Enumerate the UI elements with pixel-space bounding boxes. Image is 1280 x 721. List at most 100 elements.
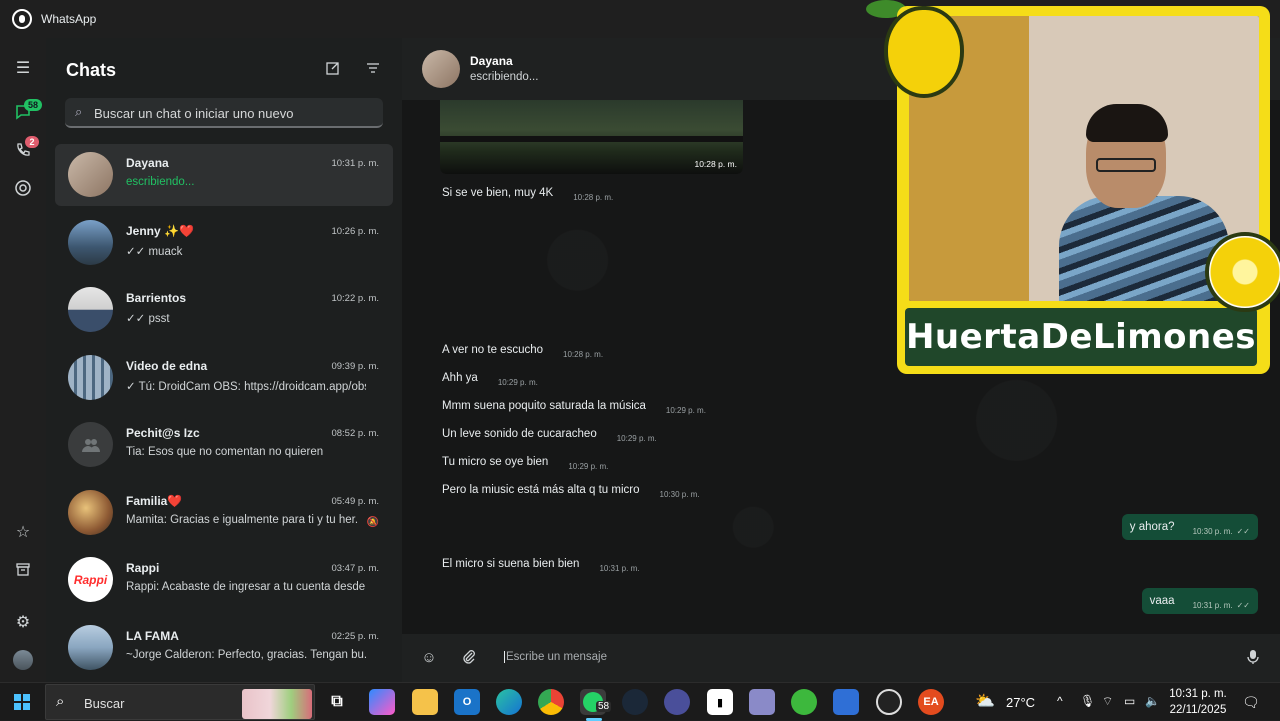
profile-avatar[interactable] <box>11 648 35 672</box>
chat-time: 02:25 p. m. <box>331 631 379 642</box>
message-incoming[interactable]: Un leve sonido de cucaracheo 10:29 p. m. <box>434 421 665 447</box>
clock-date: 22/11/2025 <box>1169 704 1227 716</box>
twitch-icon[interactable]: ▮ <box>707 689 733 715</box>
status-nav-icon[interactable] <box>11 176 35 200</box>
lemon-decoration-icon <box>884 6 964 98</box>
app-icon[interactable] <box>791 689 817 715</box>
contact-name: Dayana <box>470 54 513 68</box>
taskbar-search-placeholder: Buscar <box>84 696 125 711</box>
taskbar-search-box[interactable]: ⌕ Buscar <box>45 684 315 720</box>
emoji-icon[interactable]: ☺ <box>420 649 438 667</box>
copilot-icon[interactable] <box>369 689 395 715</box>
message-input[interactable]: Escribe un mensaje <box>504 651 607 663</box>
ea-icon[interactable]: EA <box>918 689 944 715</box>
calls-badge: 2 <box>25 136 39 148</box>
chat-item-familia[interactable]: Familia❤️ 05:49 p. m. Mamita: Gracias e … <box>55 482 393 544</box>
chat-item-pechits-izc[interactable]: Pechit@s Izc 08:52 p. m. Tia: Esos que n… <box>55 414 393 476</box>
chat-preview: Rappi: Acabaste de ingresar a tu cuenta … <box>126 581 366 593</box>
chat-name: Jenny ✨❤️ <box>126 224 194 238</box>
chat-item-barrientos[interactable]: Barrientos 10:22 p. m. ✓✓ psst <box>55 279 393 341</box>
contact-avatar[interactable] <box>422 50 460 88</box>
chat-item-la-fama[interactable]: LA FAMA 02:25 p. m. ~Jorge Calderon: Per… <box>55 617 393 679</box>
chat-item-jenny[interactable]: Jenny ✨❤️ 10:26 p. m. ✓✓ muack <box>55 212 393 274</box>
temperature[interactable]: 27°C <box>1006 695 1035 710</box>
message-time: 10:28 p. m. <box>694 159 737 169</box>
microphone-icon[interactable] <box>1244 649 1262 667</box>
chat-time: 10:31 p. m. <box>331 158 379 169</box>
archive-icon[interactable] <box>11 557 35 581</box>
chat-name: Pechit@s Izc <box>126 426 200 440</box>
battery-icon[interactable]: ▭ <box>1124 694 1135 708</box>
windows-start-icon[interactable] <box>14 694 30 710</box>
image-message[interactable]: 10:28 p. m. <box>440 100 743 174</box>
menu-icon[interactable]: ☰ <box>11 56 35 80</box>
whatsapp-taskbar-badge: 58 <box>596 701 612 712</box>
chevron-up-icon[interactable]: ^ <box>1057 694 1063 708</box>
chat-time: 05:49 p. m. <box>331 496 379 507</box>
system-clock[interactable]: 10:31 p. m. 22/11/2025 <box>1165 686 1231 718</box>
task-view-icon[interactable]: ⧉ <box>324 689 350 715</box>
starred-icon[interactable]: ☆ <box>11 520 35 544</box>
filter-icon[interactable] <box>364 60 382 78</box>
notifications-icon[interactable]: 🗨 <box>1242 694 1260 711</box>
weather-icon[interactable]: ⛅ <box>975 691 995 711</box>
rappi-logo-avatar: Rappi <box>68 557 113 602</box>
chat-name: LA FAMA <box>126 629 179 643</box>
obs-icon[interactable] <box>876 689 902 715</box>
microphone-tray-icon[interactable]: 🎙 <box>1080 694 1095 708</box>
volume-icon[interactable]: 🔈 <box>1145 694 1160 708</box>
chat-name: Dayana <box>126 156 169 170</box>
message-outgoing[interactable]: y ahora? 10:30 p. m. ✓✓ <box>1121 514 1258 540</box>
lemon-slice-decoration-icon <box>1205 232 1280 312</box>
message-outgoing[interactable]: vaaa 10:31 p. m. ✓✓ <box>1141 588 1258 614</box>
message-time: 10:29 p. m. <box>616 433 657 443</box>
steam-icon[interactable] <box>622 689 648 715</box>
settings-gear-icon[interactable]: ⚙ <box>11 610 35 634</box>
message-incoming[interactable]: El micro si suena bien bien 10:31 p. m. <box>434 551 647 577</box>
search-icon: ⌕ <box>56 693 65 710</box>
search-icon: ⌕ <box>75 104 83 119</box>
message-composer: ☺ Escribe un mensaje <box>402 634 1280 682</box>
chat-item-rappi[interactable]: Rappi Rappi 03:47 p. m. Rappi: Acabaste … <box>55 549 393 611</box>
chat-item-video-de-edna[interactable]: Video de edna 09:39 p. m. ✓ Tú: DroidCam… <box>55 347 393 409</box>
message-incoming[interactable]: Tu micro se oye bien 10:29 p. m. <box>434 449 616 475</box>
message-time: 10:31 p. m. <box>1192 600 1233 610</box>
chat-search-input[interactable]: ⌕ Buscar un chat o iniciar uno nuevo <box>65 98 383 128</box>
chat-preview: Tia: Esos que no comentan no quieren <box>126 446 324 458</box>
message-incoming[interactable]: Mmm suena poquito saturada la música 10:2… <box>434 393 714 419</box>
message-time: 10:31 p. m. <box>599 563 640 573</box>
message-incoming[interactable]: Pero la miusic está más alta q tu micro 1… <box>434 477 708 503</box>
message-incoming[interactable]: Si se ve bien, muy 4K 10:28 p. m. <box>434 180 621 206</box>
app-icon[interactable] <box>833 689 859 715</box>
chat-preview: escribiendo... <box>126 176 195 188</box>
outlook-icon[interactable]: O <box>454 689 480 715</box>
avatar <box>68 625 113 670</box>
muted-bell-icon: 🔕 <box>366 517 379 528</box>
chat-time: 08:52 p. m. <box>331 428 379 439</box>
wifi-icon[interactable]: ⌔ <box>1102 694 1113 709</box>
search-placeholder: Buscar un chat o iniciar uno nuevo <box>94 106 294 121</box>
message-time: 10:29 p. m. <box>568 461 609 471</box>
edge-icon[interactable] <box>496 689 522 715</box>
message-time: 10:28 p. m. <box>573 192 614 202</box>
app-icon[interactable] <box>749 689 775 715</box>
window-title: WhatsApp <box>41 12 97 26</box>
read-receipt-icon: ✓✓ <box>1236 526 1250 536</box>
chat-item-dayana[interactable]: Dayana 10:31 p. m. escribiendo... <box>55 144 393 206</box>
message-time: 10:29 p. m. <box>497 377 538 387</box>
whatsapp-logo-icon <box>12 9 32 29</box>
chats-unread-badge: 58 <box>24 99 43 111</box>
new-chat-icon[interactable] <box>324 60 342 78</box>
chrome-icon[interactable] <box>538 689 564 715</box>
message-incoming[interactable]: A ver no te escucho 10:28 p. m. <box>434 337 611 363</box>
app-icon[interactable] <box>664 689 690 715</box>
avatar <box>68 287 113 332</box>
attach-paperclip-icon[interactable] <box>460 649 478 667</box>
file-explorer-icon[interactable] <box>412 689 438 715</box>
chats-title: Chats <box>66 60 117 80</box>
avatar <box>68 490 113 535</box>
chat-preview: ✓✓ psst <box>126 313 170 325</box>
message-incoming[interactable]: Ahh ya 10:29 p. m. <box>434 365 546 391</box>
windows-taskbar: ⌕ Buscar ⧉ O 58 ▮ EA ⛅ 27°C ^ 🎙 ⌔ ▭ 🔈 10… <box>0 682 1280 721</box>
chat-time: 03:47 p. m. <box>331 563 379 574</box>
